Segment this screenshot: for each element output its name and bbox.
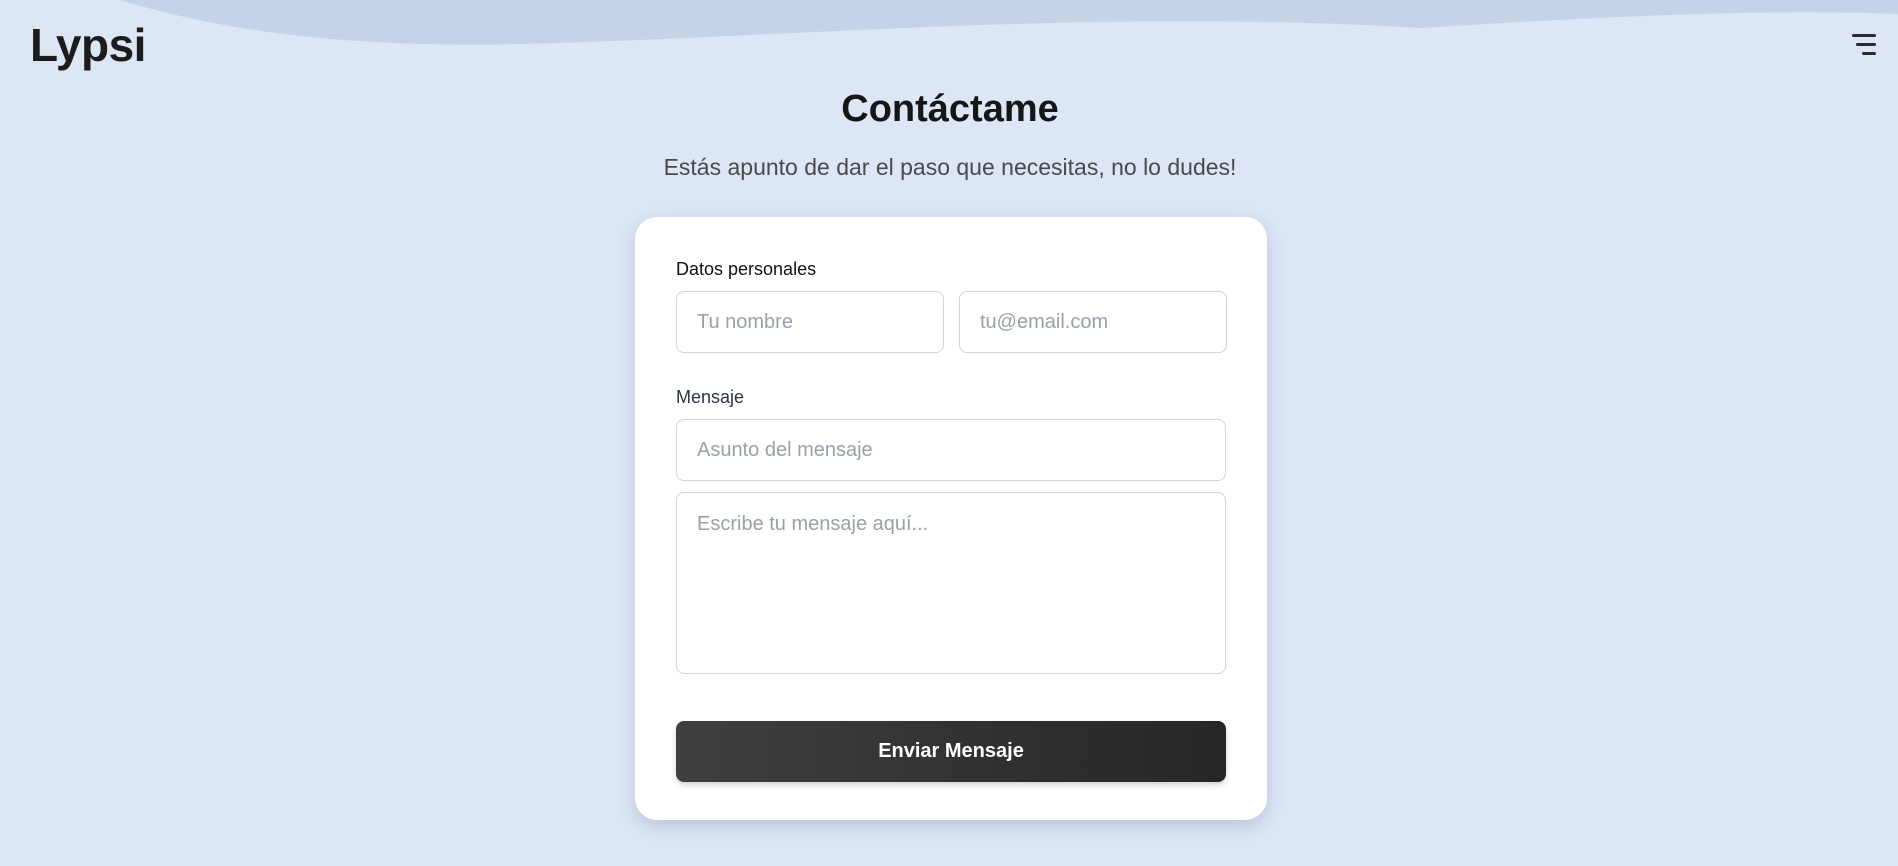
email-input[interactable] <box>959 291 1227 353</box>
send-message-button[interactable]: Enviar Mensaje <box>676 721 1226 782</box>
page-title: Contáctame <box>841 88 1059 130</box>
subject-input[interactable] <box>676 419 1226 481</box>
personal-data-row <box>676 291 1227 353</box>
message-section: Mensaje <box>676 387 1226 674</box>
contact-form: Datos personales Mensaje Enviar Mensaje <box>635 217 1267 820</box>
message-label: Mensaje <box>676 387 745 407</box>
personal-data-label: Datos personales <box>676 259 817 279</box>
message-textarea[interactable] <box>676 492 1226 674</box>
hamburger-menu-icon[interactable] <box>1840 28 1876 60</box>
name-input[interactable] <box>676 291 944 353</box>
site-logo[interactable]: Lypsi <box>30 20 146 71</box>
decorative-wave <box>120 0 1898 45</box>
page-subtitle: Estás apunto de dar el paso que necesita… <box>663 154 1237 180</box>
